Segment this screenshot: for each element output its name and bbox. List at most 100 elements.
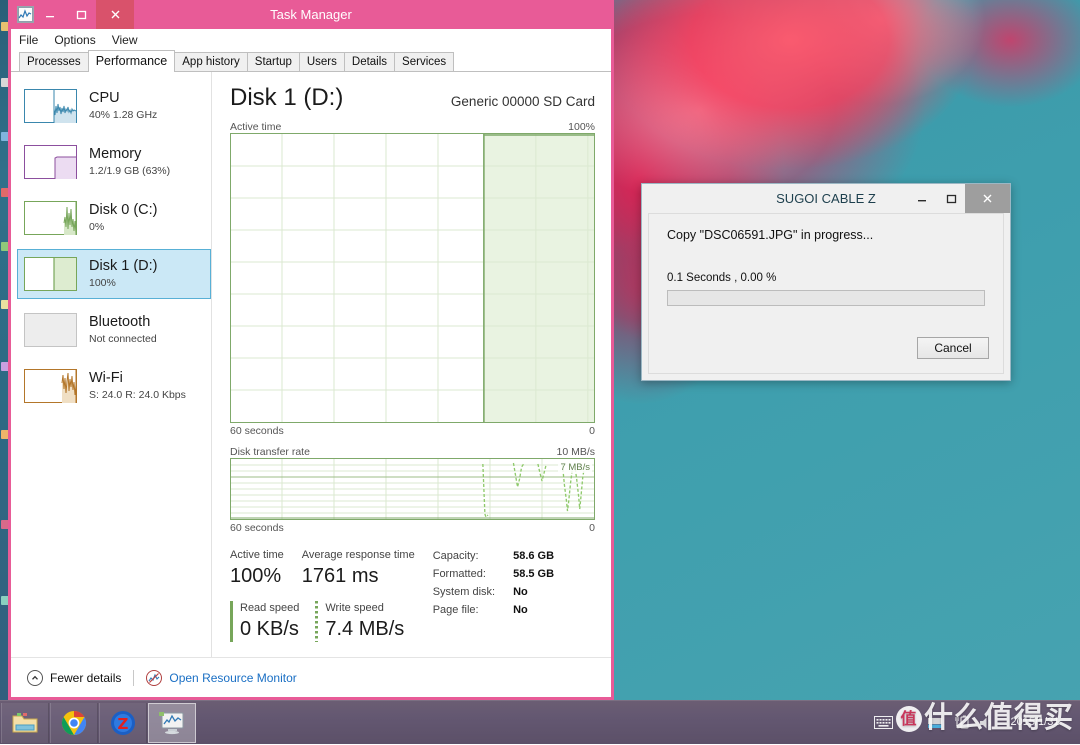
- active-time-max: 100%: [568, 121, 595, 133]
- sidebar-item-cpu[interactable]: CPU 40% 1.28 GHz: [17, 81, 211, 131]
- resource-monitor-icon: [146, 670, 162, 686]
- sidebar-item-disk-1-text: Disk 1 (D:) 100%: [89, 258, 157, 290]
- open-resource-monitor-label: Open Resource Monitor: [169, 671, 296, 685]
- taskbar-file-explorer-button[interactable]: [1, 703, 49, 743]
- sugoi-cable-z-dialog[interactable]: SUGOI CABLE Z Copy "DSC06591.JPG" in pro…: [641, 183, 1011, 381]
- transfer-rate-axis: 60 seconds 0: [230, 522, 595, 534]
- property-value: No: [513, 584, 554, 602]
- sidebar-item-disk-1-label: Disk 1 (D:): [89, 258, 157, 275]
- task-manager-menubar[interactable]: File Options View: [11, 29, 611, 50]
- sidebar-item-memory[interactable]: Memory 1.2/1.9 GB (63%): [17, 137, 211, 187]
- sidebar-item-wifi-text: Wi-Fi S: 24.0 R: 24.0 Kbps: [89, 370, 186, 402]
- close-icon[interactable]: [96, 0, 134, 29]
- fewer-details-label: Fewer details: [50, 671, 121, 685]
- taskbar-sugoi-cable-z-button[interactable]: Z: [99, 703, 147, 743]
- fewer-details-button[interactable]: Fewer details: [27, 670, 121, 686]
- open-resource-monitor-link[interactable]: Open Resource Monitor: [146, 670, 296, 686]
- sidebar-item-cpu-label: CPU: [89, 90, 157, 107]
- read-speed-value: 0 KB/s: [240, 616, 299, 642]
- taskbar-task-manager-button[interactable]: [148, 703, 196, 743]
- task-manager-tabs[interactable]: Processes Performance App history Startu…: [11, 50, 611, 72]
- disk-properties: Capacity: 58.6 GB Formatted: 58.5 GB Sys…: [433, 548, 554, 642]
- sidebar-item-memory-sub: 1.2/1.9 GB (63%): [89, 164, 170, 178]
- sidebar-item-cpu-sub: 40% 1.28 GHz: [89, 108, 157, 122]
- disk-0-mini-graph: [24, 201, 77, 235]
- resource-sidebar[interactable]: CPU 40% 1.28 GHz Memory 1.2/1.9 GB (63%): [11, 72, 212, 657]
- battery-icon[interactable]: [948, 715, 974, 730]
- task-manager-window[interactable]: Task Manager File Options View Processes…: [8, 0, 614, 700]
- wifi-mini-graph: [24, 369, 77, 403]
- tab-users[interactable]: Users: [299, 52, 345, 71]
- tab-startup[interactable]: Startup: [247, 52, 300, 71]
- network-icon[interactable]: [922, 716, 948, 730]
- legend-read-speed: Read speed 0 KB/s: [230, 601, 299, 642]
- stat-avg-response-label: Average response time: [302, 548, 415, 563]
- transfer-rate-caption: Disk transfer rate 10 MB/s: [230, 446, 595, 458]
- sidebar-item-bluetooth-text: Bluetooth Not connected: [89, 314, 157, 346]
- svg-text:Z: Z: [118, 715, 129, 733]
- stat-active-time: Active time 100%: [230, 548, 284, 589]
- tab-app-history[interactable]: App history: [174, 52, 248, 71]
- sugoi-titlebar[interactable]: SUGOI CABLE Z: [642, 184, 1010, 213]
- performance-detail-panel: Disk 1 (D:) Generic 00000 SD Card Active…: [212, 72, 611, 657]
- task-manager-footer[interactable]: Fewer details Open Resource Monitor: [11, 657, 611, 697]
- sidebar-item-disk-0[interactable]: Disk 0 (C:) 0%: [17, 193, 211, 243]
- tab-services[interactable]: Services: [394, 52, 454, 71]
- tab-performance[interactable]: Performance: [88, 50, 176, 72]
- sidebar-item-bluetooth[interactable]: Bluetooth Not connected: [17, 305, 211, 355]
- cancel-button[interactable]: Cancel: [917, 337, 989, 359]
- maximize-icon[interactable]: [936, 184, 965, 213]
- sidebar-item-wifi-sub: S: 24.0 R: 24.0 Kbps: [89, 388, 186, 402]
- menu-item-view[interactable]: View: [112, 33, 138, 47]
- property-key: Formatted:: [433, 566, 513, 584]
- read-speed-swatch: [230, 601, 233, 642]
- footer-divider: [133, 670, 134, 686]
- clock-date: 2015/1/31: [1004, 716, 1066, 729]
- sidebar-item-wifi[interactable]: Wi-Fi S: 24.0 R: 24.0 Kbps: [17, 361, 211, 411]
- performance-header: Disk 1 (D:) Generic 00000 SD Card: [230, 84, 595, 112]
- active-time-axis: 60 seconds 0: [230, 425, 595, 437]
- volume-icon[interactable]: [974, 716, 1000, 730]
- sidebar-item-disk-1-sub: 100%: [89, 276, 157, 290]
- transfer-rate-axis-right: 0: [589, 522, 595, 534]
- sidebar-item-disk-0-text: Disk 0 (C:) 0%: [89, 202, 157, 234]
- tab-details[interactable]: Details: [344, 52, 395, 71]
- cpu-mini-graph: [24, 89, 77, 123]
- transfer-rate-peak-label: 7 MB/s: [558, 462, 592, 473]
- property-value: 58.5 GB: [513, 566, 554, 584]
- property-value: 58.6 GB: [513, 548, 554, 566]
- page-title: Disk 1 (D:): [230, 84, 343, 112]
- chevron-up-circle-icon: [27, 670, 43, 686]
- write-speed-label: Write speed: [325, 601, 404, 616]
- task-manager-body: CPU 40% 1.28 GHz Memory 1.2/1.9 GB (63%): [11, 72, 611, 657]
- system-tray[interactable]: 2015/1/31: [870, 701, 1080, 745]
- sidebar-item-wifi-label: Wi-Fi: [89, 370, 186, 387]
- menu-item-file[interactable]: File: [19, 33, 38, 47]
- close-icon[interactable]: [965, 184, 1010, 213]
- active-time-graph: [230, 133, 595, 423]
- disk-statistics: Active time 100% Average response time 1…: [230, 548, 595, 642]
- write-speed-value: 7.4 MB/s: [325, 616, 404, 642]
- minimize-icon[interactable]: [34, 0, 65, 29]
- stat-active-time-label: Active time: [230, 548, 284, 563]
- task-manager-titlebar[interactable]: Task Manager: [11, 0, 611, 29]
- transfer-rate-max: 10 MB/s: [556, 446, 595, 458]
- sidebar-item-memory-label: Memory: [89, 146, 170, 163]
- tab-processes[interactable]: Processes: [19, 52, 89, 71]
- minimize-icon[interactable]: [907, 184, 936, 213]
- show-hidden-icons-chevron[interactable]: [896, 719, 922, 727]
- copy-progress-status: 0.1 Seconds , 0.00 %: [667, 272, 985, 284]
- clock[interactable]: 2015/1/31: [1000, 716, 1074, 729]
- chart-icon: [17, 6, 34, 23]
- menu-item-options[interactable]: Options: [54, 33, 95, 47]
- read-speed-label: Read speed: [240, 601, 299, 616]
- taskbar[interactable]: Z: [0, 700, 1080, 744]
- sidebar-item-disk-1[interactable]: Disk 1 (D:) 100%: [17, 249, 211, 299]
- sidebar-item-bluetooth-sub: Not connected: [89, 332, 157, 346]
- taskbar-chrome-button[interactable]: [50, 703, 98, 743]
- keyboard-icon[interactable]: [870, 716, 896, 729]
- sugoi-dialog-body: Copy "DSC06591.JPG" in progress... 0.1 S…: [648, 213, 1004, 374]
- maximize-icon[interactable]: [65, 0, 96, 29]
- sidebar-item-bluetooth-label: Bluetooth: [89, 314, 157, 331]
- disk-1-mini-graph: [24, 257, 77, 291]
